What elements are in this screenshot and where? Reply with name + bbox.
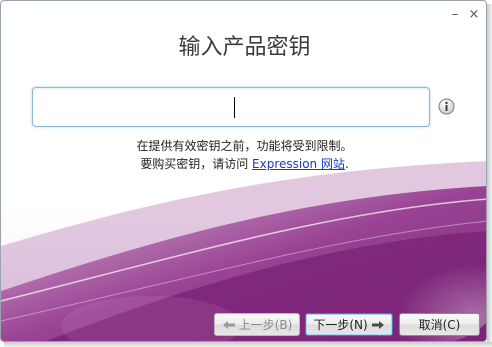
minimize-button[interactable]: – <box>447 7 463 23</box>
text-caret <box>234 97 235 118</box>
back-button[interactable]: 上一步(B) <box>214 313 300 336</box>
right-arrow-icon <box>371 320 384 329</box>
product-key-input[interactable] <box>32 87 430 127</box>
window-shadow-right <box>487 4 492 345</box>
license-notice: 在提供有效密钥之前，功能将受到限制。 要购买密钥，请访问 Expression … <box>1 137 486 173</box>
window-shadow-bottom <box>4 342 492 347</box>
left-arrow-icon <box>222 320 235 329</box>
notice-line-1: 在提供有效密钥之前，功能将受到限制。 <box>136 139 353 153</box>
notice-line-2-suffix: . <box>344 157 349 171</box>
page-title: 输入产品密钥 <box>178 35 311 60</box>
info-icon[interactable] <box>438 98 455 115</box>
next-button[interactable]: 下一步(N) <box>305 313 393 336</box>
close-button[interactable]: × <box>466 7 482 23</box>
cancel-button[interactable]: 取消(C) <box>399 313 480 336</box>
notice-line-2-text: 要购买密钥，请访问 <box>140 157 253 171</box>
cancel-button-label: 取消(C) <box>418 318 461 332</box>
back-button-label: 上一步(B) <box>238 318 293 332</box>
product-key-dialog: – × 输入产品密钥 在提供有效密钥之前，功能将受到限制。 要购买密钥，请访问 … <box>0 0 487 342</box>
expression-website-link[interactable]: Expression 网站 <box>252 157 345 171</box>
next-button-label: 下一步(N) <box>313 318 368 332</box>
notice-line-2: 要购买密钥，请访问 Expression 网站. <box>1 155 486 173</box>
